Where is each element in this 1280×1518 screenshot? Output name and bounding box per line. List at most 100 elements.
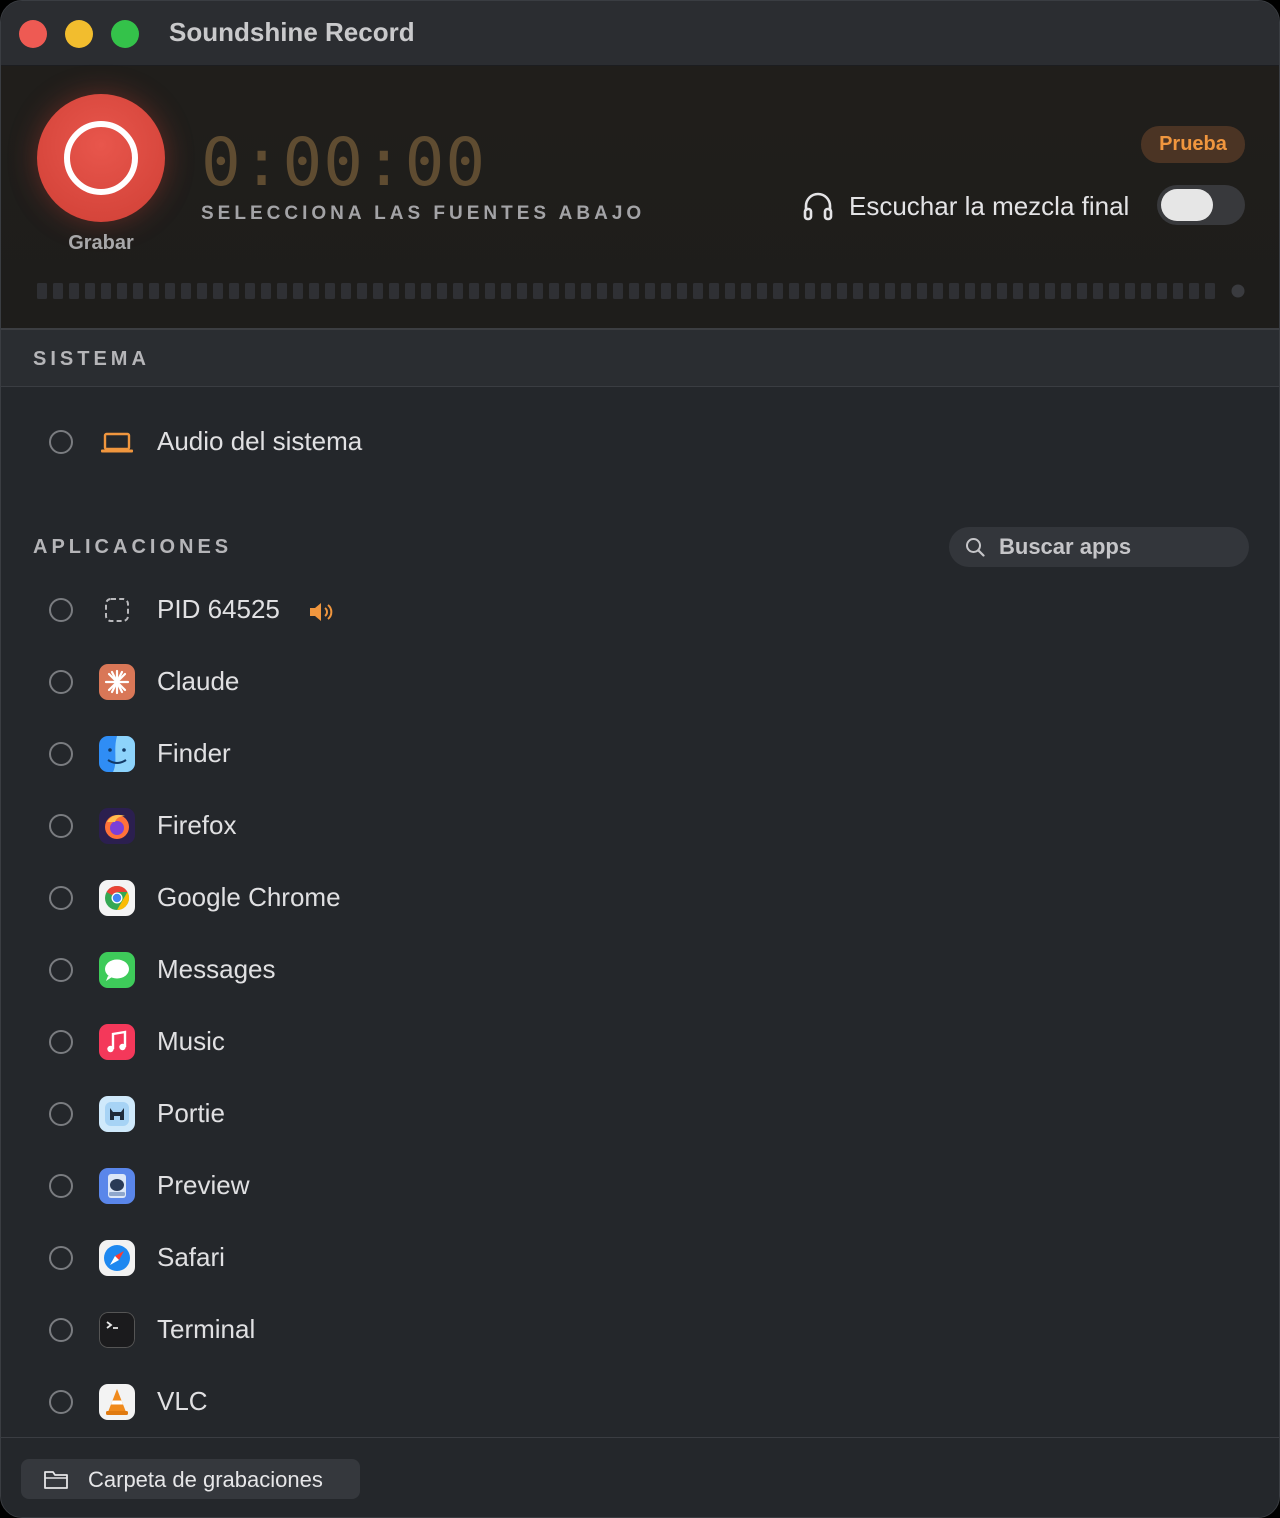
level-meter bbox=[37, 283, 1245, 299]
meter-segment bbox=[1061, 283, 1071, 299]
app-radio[interactable] bbox=[49, 670, 73, 694]
app-radio[interactable] bbox=[49, 1246, 73, 1270]
minimize-window-button[interactable] bbox=[65, 20, 93, 48]
meter-segment bbox=[469, 283, 479, 299]
meter-segment bbox=[277, 283, 287, 299]
app-radio[interactable] bbox=[49, 814, 73, 838]
apps-section-label: APLICACIONES bbox=[33, 536, 233, 558]
clip-indicator bbox=[1231, 284, 1245, 298]
app-row-claude[interactable]: Claude bbox=[1, 656, 1279, 712]
meter-segment bbox=[133, 283, 143, 299]
meter-segment bbox=[821, 283, 831, 299]
app-label: Portie bbox=[157, 1098, 225, 1128]
meter-segment bbox=[853, 283, 863, 299]
app-row-finder[interactable]: Finder bbox=[1, 728, 1279, 784]
app-row-music[interactable]: Music bbox=[1, 1016, 1279, 1072]
app-row-preview[interactable]: Preview bbox=[1, 1160, 1279, 1216]
meter-segment bbox=[165, 283, 175, 299]
meter-segment bbox=[69, 283, 79, 299]
meter-segment bbox=[1205, 283, 1215, 299]
search-apps-input[interactable]: Buscar apps bbox=[949, 527, 1249, 567]
meter-segment bbox=[1125, 283, 1135, 299]
app-label: Preview bbox=[157, 1170, 250, 1200]
chrome-icon bbox=[99, 880, 135, 916]
footer-bar: Carpeta de grabaciones bbox=[1, 1437, 1279, 1517]
app-label: PID 64525 bbox=[157, 594, 280, 624]
system-audio-radio[interactable] bbox=[49, 430, 73, 454]
meter-segment bbox=[965, 283, 975, 299]
app-row-safari[interactable]: Safari bbox=[1, 1232, 1279, 1288]
folder-icon bbox=[44, 1471, 68, 1489]
app-row-messages[interactable]: Messages bbox=[1, 944, 1279, 1000]
safari-icon bbox=[99, 1240, 135, 1276]
meter-segment bbox=[949, 283, 959, 299]
meter-segment bbox=[613, 283, 623, 299]
app-label: Music bbox=[157, 1026, 225, 1056]
meter-segment bbox=[933, 283, 943, 299]
app-row-portie[interactable]: Portie bbox=[1, 1088, 1279, 1144]
app-radio[interactable] bbox=[49, 1174, 73, 1198]
finder-icon bbox=[99, 736, 135, 772]
app-radio[interactable] bbox=[49, 598, 73, 622]
meter-segment bbox=[725, 283, 735, 299]
meter-segment bbox=[517, 283, 527, 299]
preview-icon bbox=[99, 1168, 135, 1204]
meter-segment bbox=[757, 283, 767, 299]
zoom-window-button[interactable] bbox=[111, 20, 139, 48]
search-placeholder: Buscar apps bbox=[999, 534, 1132, 559]
meter-segment bbox=[373, 283, 383, 299]
source-hint: SELECCIONA LAS FUENTES ABAJO bbox=[201, 203, 646, 224]
meter-segment bbox=[917, 283, 927, 299]
app-row-terminal[interactable]: Terminal bbox=[1, 1304, 1279, 1360]
app-radio[interactable] bbox=[49, 1030, 73, 1054]
meter-segment bbox=[149, 283, 159, 299]
app-row-google-chrome[interactable]: Google Chrome bbox=[1, 872, 1279, 928]
meter-segment bbox=[565, 283, 575, 299]
app-label: Finder bbox=[157, 738, 231, 768]
claude-icon bbox=[99, 664, 135, 700]
meter-segment bbox=[37, 283, 47, 299]
app-radio[interactable] bbox=[49, 1390, 73, 1414]
meter-segment bbox=[245, 283, 255, 299]
record-button[interactable] bbox=[37, 94, 165, 222]
app-label: Firefox bbox=[157, 810, 237, 840]
meter-segment bbox=[1013, 283, 1023, 299]
close-window-button[interactable] bbox=[19, 20, 47, 48]
meter-segment bbox=[341, 283, 351, 299]
meter-segment bbox=[229, 283, 239, 299]
app-radio[interactable] bbox=[49, 886, 73, 910]
vlc-icon bbox=[99, 1384, 135, 1420]
app-row-vlc[interactable]: VLC bbox=[1, 1376, 1279, 1432]
listen-mix-row: Escuchar la mezcla final bbox=[801, 186, 1129, 226]
meter-segment bbox=[1093, 283, 1103, 299]
recordings-folder-button[interactable]: Carpeta de grabaciones bbox=[21, 1459, 360, 1499]
app-radio[interactable] bbox=[49, 1318, 73, 1342]
meter-segment bbox=[629, 283, 639, 299]
speaker-playing-icon bbox=[310, 603, 333, 621]
app-label: Safari bbox=[157, 1242, 225, 1272]
meter-segment bbox=[549, 283, 559, 299]
listen-mix-toggle[interactable] bbox=[1157, 185, 1245, 225]
trial-badge[interactable]: Prueba bbox=[1141, 126, 1245, 163]
app-radio[interactable] bbox=[49, 1102, 73, 1126]
app-radio[interactable] bbox=[49, 958, 73, 982]
record-label: Grabar bbox=[68, 232, 134, 254]
meter-segment bbox=[741, 283, 751, 299]
headphones-icon bbox=[803, 192, 833, 221]
portie-icon bbox=[99, 1096, 135, 1132]
meter-segment bbox=[1189, 283, 1199, 299]
meter-segment bbox=[1141, 283, 1151, 299]
app-row-firefox[interactable]: Firefox bbox=[1, 800, 1279, 856]
meter-segment bbox=[1109, 283, 1119, 299]
app-radio[interactable] bbox=[49, 742, 73, 766]
system-audio-row[interactable]: Audio del sistema bbox=[1, 416, 1279, 472]
meter-segment bbox=[789, 283, 799, 299]
meter-segment bbox=[325, 283, 335, 299]
meter-segment bbox=[405, 283, 415, 299]
meter-segment bbox=[1173, 283, 1183, 299]
meter-segment bbox=[581, 283, 591, 299]
meter-segment bbox=[533, 283, 543, 299]
meter-segment bbox=[501, 283, 511, 299]
app-row-pid-64525[interactable]: PID 64525 bbox=[1, 584, 1279, 640]
meter-segment bbox=[645, 283, 655, 299]
